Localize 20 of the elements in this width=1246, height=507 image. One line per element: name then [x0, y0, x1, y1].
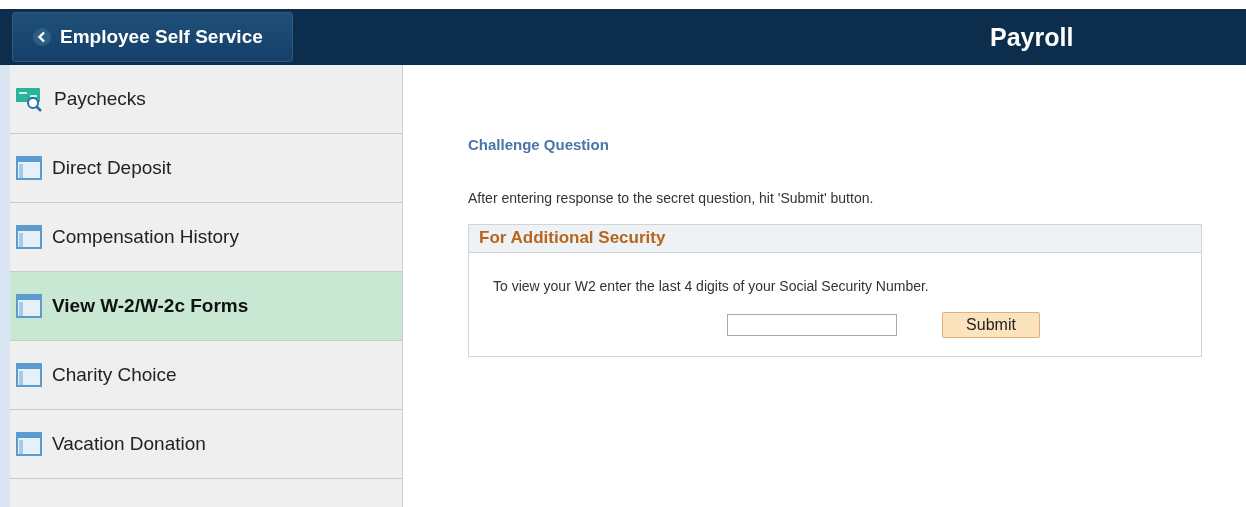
prompt-text: To view your W2 enter the last 4 digits of your Social Security Number. [493, 278, 930, 294]
submit-button[interactable]: Submit [942, 312, 1040, 338]
instruction-text: After entering response to the secret question, hit 'Submit' button. [468, 190, 875, 206]
window-icon [16, 225, 42, 249]
panel-title: For Additional Security [469, 225, 1201, 253]
section-heading: Challenge Question [468, 136, 610, 153]
check-magnifier-icon [16, 86, 44, 112]
window-icon [16, 363, 42, 387]
ssn-input-field[interactable] [727, 314, 897, 336]
sidebar-item[interactable]: Direct Deposit [10, 134, 402, 203]
sidebar-item[interactable]: Charity Choice [10, 341, 402, 410]
window-icon [16, 294, 42, 318]
chevron-left-icon [33, 28, 51, 46]
sidebar-item[interactable]: Vacation Donation [10, 410, 402, 479]
back-button[interactable]: Employee Self Service [12, 12, 293, 62]
sidebar-item[interactable]: Paychecks [10, 65, 402, 134]
window-icon [16, 432, 42, 456]
sidebar-item[interactable]: View W-2/W-2c Forms [10, 272, 402, 341]
window-icon [16, 156, 42, 180]
page-title: Payroll [990, 22, 1074, 52]
